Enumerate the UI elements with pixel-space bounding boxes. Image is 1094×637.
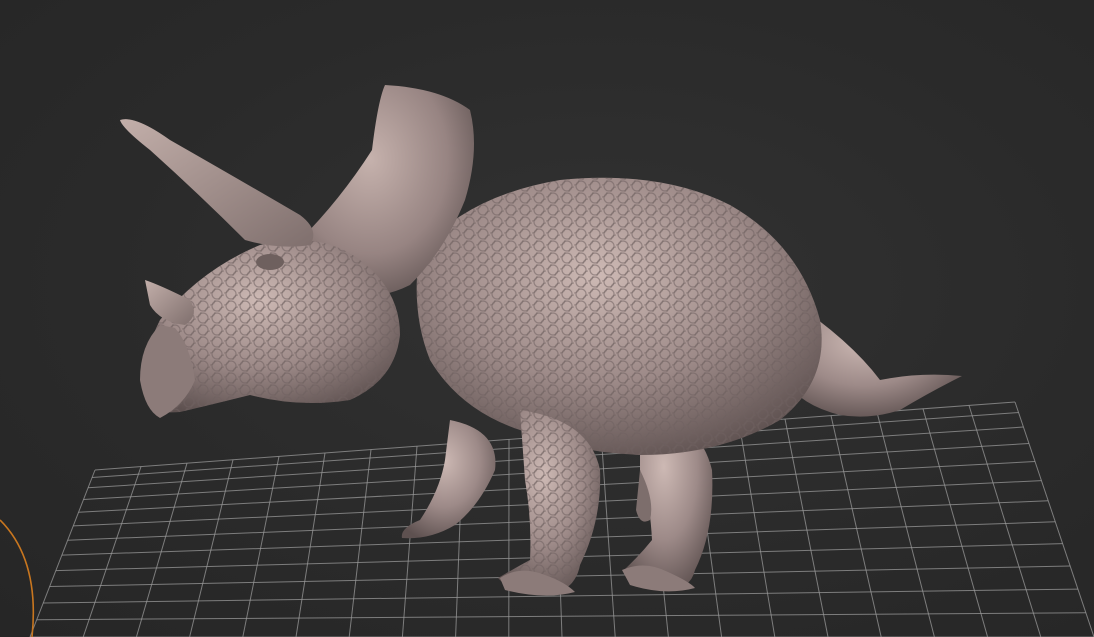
grid-line (348, 449, 372, 637)
grid-line (401, 446, 418, 637)
grid-line (968, 405, 1042, 637)
triceratops-model[interactable] (120, 85, 962, 596)
grid-line (784, 418, 829, 637)
model-scale-texture (416, 177, 822, 455)
grid-line (830, 415, 882, 637)
model-eye (256, 254, 284, 270)
model-nose-horn (145, 280, 194, 325)
viewport-canvas[interactable] (0, 0, 1094, 637)
grid-line (29, 469, 96, 637)
grid-line (295, 452, 326, 637)
model-front-leg-far (401, 420, 496, 539)
3d-viewport[interactable] (0, 0, 1094, 637)
grid-line (1014, 401, 1094, 637)
grid-line (135, 463, 188, 637)
rotate-gizmo-ring[interactable] (0, 519, 35, 637)
grid-line (922, 408, 989, 637)
grid-line (242, 456, 280, 637)
grid-line (738, 422, 776, 637)
model-brow-horn (120, 119, 314, 247)
grid-line (189, 459, 234, 637)
grid-line (82, 466, 142, 637)
grid-line (876, 412, 935, 637)
grid-line (600, 432, 616, 637)
